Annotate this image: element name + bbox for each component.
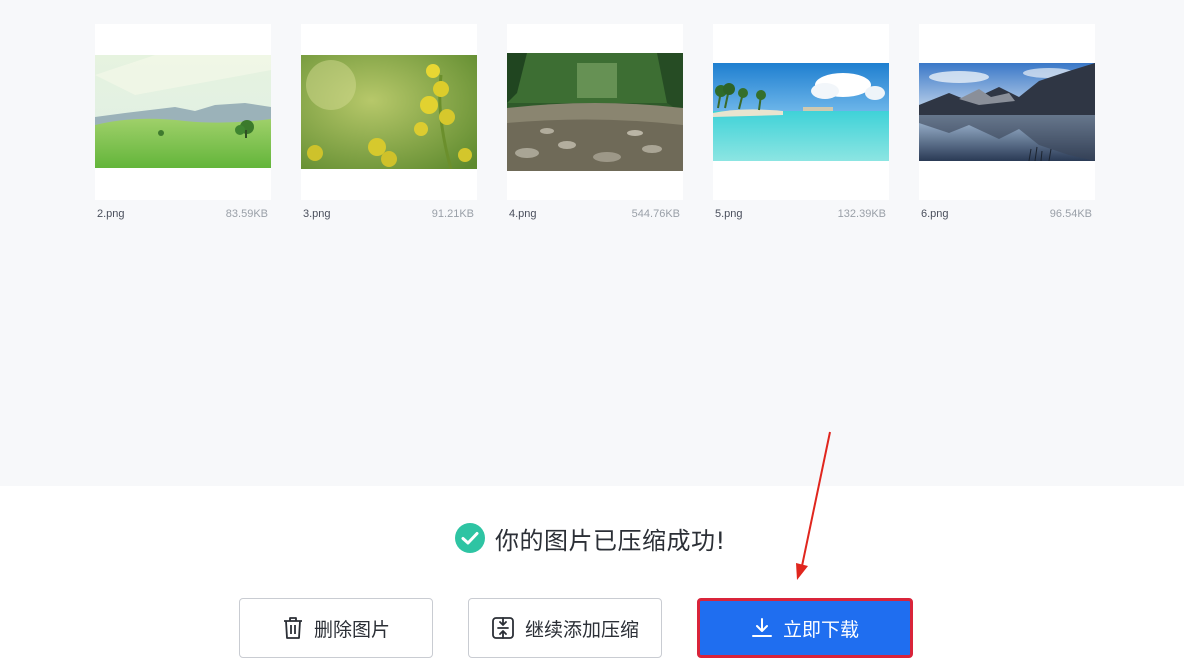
image-thumbnail — [301, 55, 477, 169]
image-card-4[interactable] — [507, 24, 683, 200]
file-size: 91.21KB — [431, 208, 474, 220]
success-message: 你的图片已压缩成功! — [455, 522, 726, 555]
image-card-3[interactable] — [301, 24, 477, 200]
image-card-2[interactable] — [95, 24, 271, 200]
download-icon — [751, 618, 772, 637]
file-name: 2.png — [97, 208, 125, 220]
file-name: 3.png — [303, 208, 331, 220]
file-size: 544.76KB — [631, 208, 680, 220]
file-size: 96.54KB — [1049, 208, 1092, 220]
image-card-6[interactable] — [919, 24, 1095, 200]
download-now-label: 立即下载 — [782, 618, 859, 641]
image-thumbnail — [919, 63, 1095, 161]
trash-icon — [283, 617, 302, 639]
compress-add-icon — [492, 617, 514, 639]
image-gallery: 2.png 83.59KB 3.png 91.21KB 4.png 544.76… — [0, 0, 1184, 486]
file-name: 6.png — [921, 208, 949, 220]
file-name: 4.png — [509, 208, 537, 220]
image-thumbnail — [713, 63, 889, 161]
continue-compress-label: 继续添加压缩 — [524, 618, 639, 641]
file-size: 83.59KB — [225, 208, 268, 220]
success-text: 你的图片已压缩成功! — [495, 526, 726, 555]
download-now-button[interactable]: 立即下载 — [697, 598, 913, 658]
file-size: 132.39KB — [837, 208, 886, 220]
file-name: 5.png — [715, 208, 743, 220]
delete-images-label: 删除图片 — [313, 618, 390, 641]
image-card-5[interactable] — [713, 24, 889, 200]
check-circle-icon — [455, 523, 485, 553]
delete-images-button[interactable]: 删除图片 — [239, 598, 433, 658]
image-thumbnail — [95, 55, 271, 168]
continue-compress-button[interactable]: 继续添加压缩 — [468, 598, 662, 658]
image-thumbnail — [507, 53, 683, 171]
